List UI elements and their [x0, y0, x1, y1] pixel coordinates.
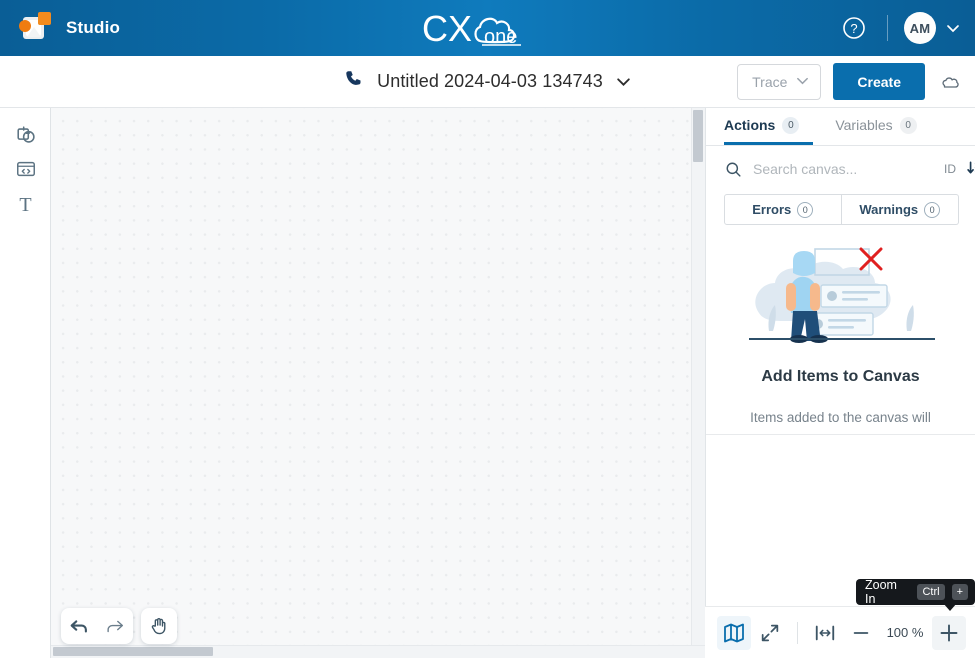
cxone-logo: CX one	[0, 0, 975, 56]
person-empty-list-illustration	[741, 239, 941, 356]
zoom-level-value: 100 %	[886, 625, 924, 640]
header-right-controls: ? AM	[837, 0, 961, 56]
redo-icon[interactable]	[97, 608, 133, 644]
empty-state-title: Add Items to Canvas	[761, 368, 920, 385]
top-header-bar: Studio CX one ? AM	[0, 0, 975, 56]
rail-item-snippet[interactable]	[0, 154, 51, 188]
fit-screen-icon[interactable]	[753, 616, 787, 650]
tooltip-key-ctrl: Ctrl	[917, 584, 945, 600]
rail-item-shapes[interactable]	[0, 120, 51, 154]
warnings-button[interactable]: Warnings 0	[841, 194, 959, 225]
tab-variables[interactable]: Variables 0	[835, 108, 930, 145]
svg-text:one: one	[484, 26, 517, 48]
trace-label: Trace	[752, 73, 788, 90]
canvas-horizontal-scrollbar[interactable]	[51, 645, 705, 658]
right-side-panel: Actions 0 Variables 0 ID	[705, 108, 975, 658]
canvas-vertical-scrollbar[interactable]	[691, 108, 705, 658]
studio-app-icon	[14, 8, 54, 48]
tooltip-text: Zoom In	[865, 578, 897, 606]
studio-app-window: Studio CX one ? AM Untitled 2024-04-03 1…	[0, 0, 975, 658]
warnings-label: Warnings	[859, 202, 919, 217]
tab-actions[interactable]: Actions 0	[724, 108, 814, 145]
shapes-icon	[15, 124, 37, 151]
search-input[interactable]	[753, 161, 934, 177]
pan-hand-icon[interactable]	[141, 608, 177, 644]
tooltip-key-plus: +	[951, 584, 968, 600]
script-toolbar: Untitled 2024-04-03 134743 Trace Create	[0, 56, 975, 108]
script-name: Untitled 2024-04-03 134743	[377, 71, 603, 91]
errors-label: Errors	[752, 202, 792, 217]
undo-icon[interactable]	[61, 608, 97, 644]
canvas-search-row: ID	[706, 146, 975, 192]
tab-variables-label: Variables	[835, 117, 893, 133]
warnings-count: 0	[924, 201, 941, 218]
zoom-control-bar: 100 %	[705, 606, 975, 658]
text-icon: T	[19, 193, 32, 216]
tab-actions-count: 0	[782, 116, 800, 134]
brand-area[interactable]: Studio	[14, 8, 120, 48]
toolbar-right-controls: Trace Create	[737, 56, 963, 107]
avatar[interactable]: AM	[904, 12, 936, 44]
svg-text:CX: CX	[422, 8, 472, 49]
tab-variables-count: 0	[899, 116, 917, 134]
canvas-horizontal-scroll-thumb[interactable]	[53, 647, 213, 656]
zoom-in-tooltip: Zoom In Ctrl +	[856, 578, 975, 606]
chevron-down-icon	[795, 73, 810, 91]
sort-field-label[interactable]: ID	[944, 162, 956, 176]
errors-count: 0	[797, 201, 814, 218]
zoom-in-icon[interactable]	[932, 615, 966, 650]
chevron-down-icon[interactable]	[615, 73, 632, 90]
trace-dropdown-button[interactable]: Trace	[737, 63, 822, 100]
zoom-out-icon[interactable]	[844, 616, 878, 650]
snippet-icon	[15, 158, 37, 185]
phone-icon	[343, 68, 365, 95]
undo-redo-card	[61, 608, 133, 644]
header-divider	[887, 15, 888, 41]
rail-item-text[interactable]: T	[0, 188, 51, 222]
zoombar-divider	[797, 621, 798, 644]
fit-width-icon[interactable]	[808, 616, 842, 650]
canvas-tool-group	[61, 608, 177, 644]
sort-descending-icon[interactable]	[966, 159, 975, 179]
brand-name: Studio	[66, 18, 121, 37]
errors-button[interactable]: Errors 0	[724, 194, 842, 225]
create-button[interactable]: Create	[833, 63, 925, 100]
tooltip-arrow	[943, 603, 957, 611]
panel-tab-bar: Actions 0 Variables 0	[706, 108, 975, 146]
chevron-down-icon[interactable]	[945, 20, 961, 36]
empty-state-description: Items added to the canvas will	[750, 410, 931, 425]
minimap-icon[interactable]	[717, 615, 751, 650]
empty-state: Add Items to Canvas Items added to the c…	[706, 239, 975, 435]
help-circle-icon[interactable]: ?	[837, 11, 871, 45]
tab-actions-label: Actions	[724, 117, 776, 133]
flow-canvas[interactable]	[51, 108, 705, 658]
errors-warnings-toggle: Errors 0 Warnings 0	[706, 192, 975, 225]
canvas-vertical-scroll-thumb[interactable]	[693, 110, 703, 162]
pan-tool-card	[141, 608, 177, 644]
left-tool-rail: T	[0, 108, 51, 658]
svg-text:?: ?	[850, 21, 857, 36]
search-icon	[724, 160, 743, 179]
cloud-icon[interactable]	[937, 69, 963, 95]
